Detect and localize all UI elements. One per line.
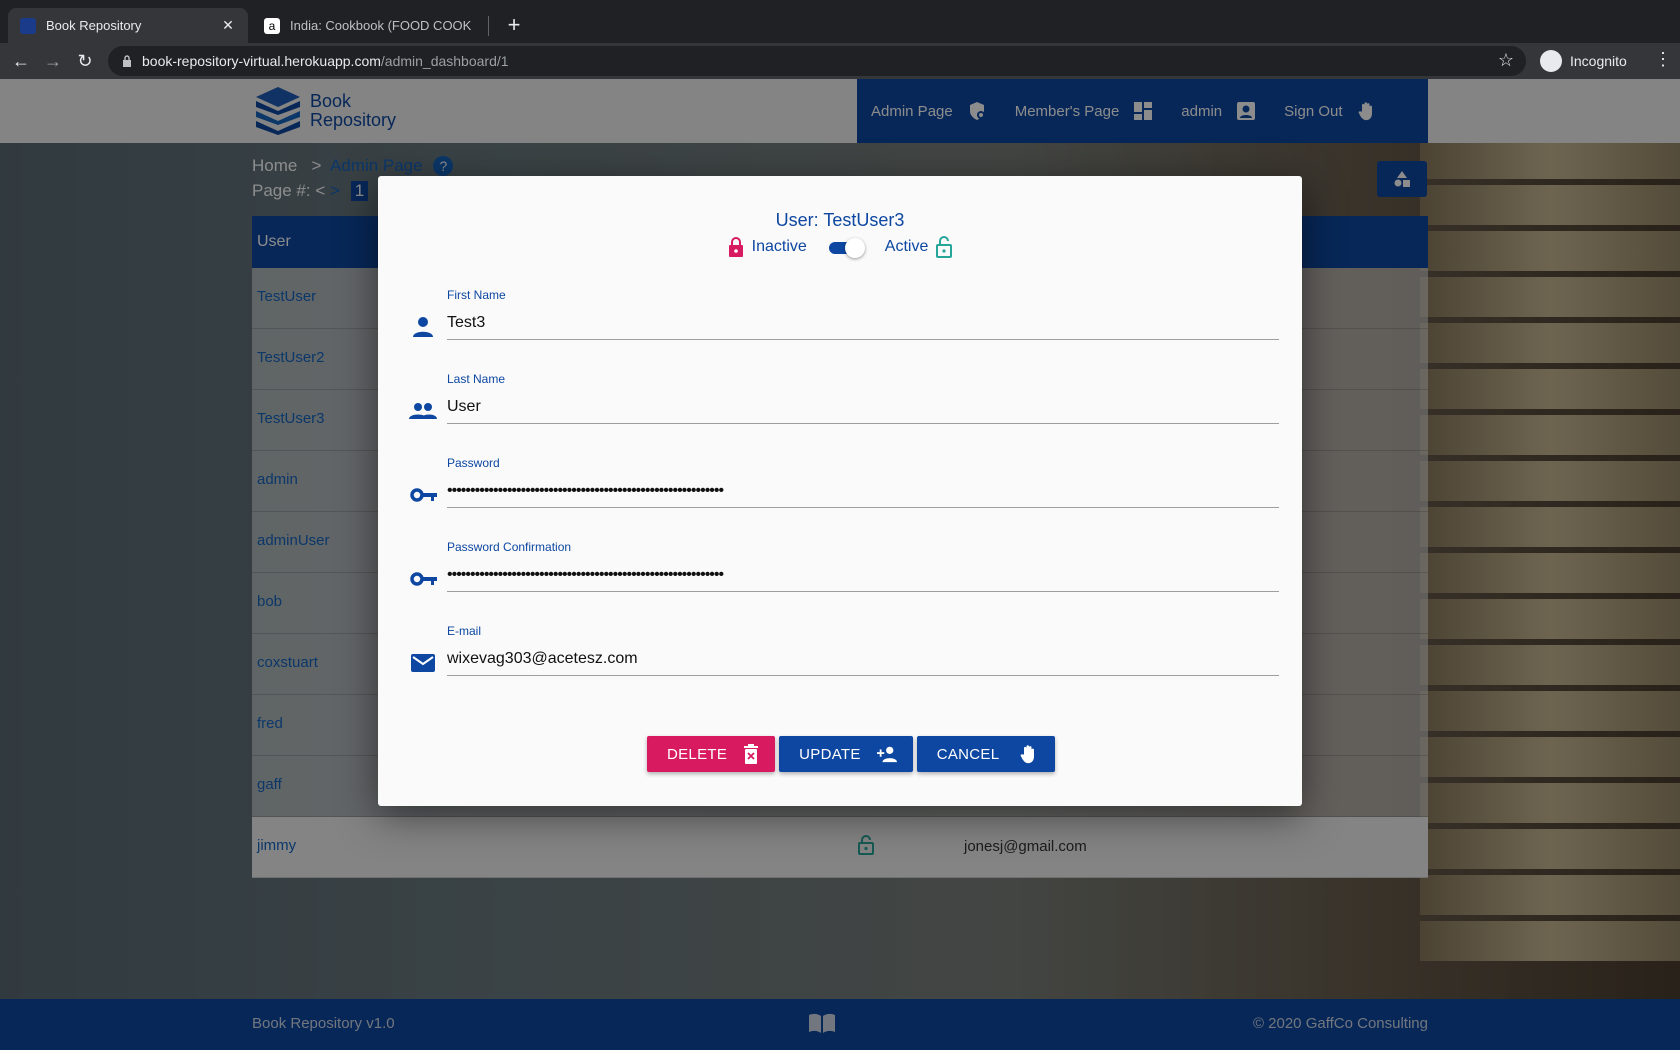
password-field: Password •••••••••••••••••••••••••••••••… bbox=[378, 456, 1302, 516]
book-favicon-icon bbox=[20, 17, 36, 34]
cancel-button[interactable]: CANCEL bbox=[916, 736, 1056, 772]
password-input[interactable]: ••••••••••••••••••••••••••••••••••••••••… bbox=[447, 476, 1279, 508]
delete-label: DELETE bbox=[667, 745, 728, 763]
email-field: E-mail wixevag303@acetesz.com bbox=[378, 624, 1302, 684]
browser-toolbar: ← → ↻ book-repository-virtual.herokuapp.… bbox=[0, 43, 1680, 79]
reload-icon[interactable]: ↻ bbox=[72, 48, 98, 74]
tab-title: Book Repository bbox=[46, 18, 142, 33]
password-label: Password bbox=[447, 456, 500, 470]
password-confirmation-field: Password Confirmation ••••••••••••••••••… bbox=[378, 540, 1302, 600]
last-name-label: Last Name bbox=[447, 372, 506, 386]
browser-tab-bar: Book Repository ✕ a India: Cookbook (FOO… bbox=[0, 0, 1680, 43]
tab-divider bbox=[488, 16, 489, 36]
modal-actions: DELETE UPDATE CANCEL bbox=[647, 736, 1059, 772]
delete-button[interactable]: DELETE bbox=[647, 736, 776, 772]
address-bar[interactable]: book-repository-virtual.herokuapp.com/ad… bbox=[108, 46, 1526, 76]
delete-forever-icon bbox=[744, 744, 759, 764]
hand-stop-icon bbox=[1020, 745, 1035, 764]
tab-book-repository[interactable]: Book Repository ✕ bbox=[8, 8, 248, 43]
first-name-input[interactable]: Test3 bbox=[447, 308, 1279, 340]
bookmark-star-icon[interactable]: ☆ bbox=[1498, 50, 1514, 71]
unlocked-icon bbox=[936, 236, 953, 258]
email-icon bbox=[411, 654, 435, 672]
active-toggle-switch[interactable] bbox=[827, 236, 867, 258]
forward-icon[interactable]: → bbox=[40, 48, 66, 74]
email-label: E-mail bbox=[447, 624, 482, 638]
person-icon bbox=[413, 317, 433, 337]
status-toggle-row: Inactive Active bbox=[378, 236, 1302, 258]
first-name-field: First Name Test3 bbox=[378, 288, 1302, 348]
incognito-indicator[interactable]: Incognito bbox=[1540, 47, 1627, 75]
tab-cookbook[interactable]: a India: Cookbook (FOOD COOK bbox=[252, 8, 488, 43]
toggle-knob bbox=[844, 238, 865, 258]
amazon-favicon-icon: a bbox=[264, 17, 280, 34]
cancel-label: CANCEL bbox=[936, 745, 1000, 763]
incognito-icon bbox=[1540, 50, 1562, 72]
new-tab-icon[interactable]: + bbox=[500, 12, 528, 40]
close-tab-icon[interactable]: ✕ bbox=[220, 17, 236, 34]
key-icon bbox=[410, 488, 437, 502]
edit-user-modal: User: TestUser3 Inactive Active First Na… bbox=[378, 176, 1302, 806]
password-confirmation-input[interactable]: ••••••••••••••••••••••••••••••••••••••••… bbox=[447, 560, 1279, 592]
tab-title: India: Cookbook (FOOD COOK bbox=[290, 18, 472, 33]
locked-icon bbox=[728, 237, 743, 257]
url-path: /admin_dashboard/1 bbox=[380, 53, 509, 69]
url-host: book-repository-virtual.herokuapp.com bbox=[142, 53, 381, 69]
modal-title: User: TestUser3 bbox=[775, 210, 905, 230]
last-name-input[interactable]: User bbox=[447, 392, 1279, 424]
back-icon[interactable]: ← bbox=[8, 48, 34, 74]
first-name-label: First Name bbox=[447, 288, 506, 302]
update-label: UPDATE bbox=[799, 745, 861, 763]
person-add-icon bbox=[876, 746, 897, 763]
people-icon bbox=[409, 403, 437, 419]
incognito-label: Incognito bbox=[1570, 53, 1627, 69]
lock-icon bbox=[123, 55, 131, 67]
key-icon bbox=[410, 572, 437, 586]
browser-menu-icon[interactable]: ⋮ bbox=[1654, 49, 1672, 70]
password-confirmation-label: Password Confirmation bbox=[447, 540, 572, 554]
active-label: Active bbox=[884, 238, 929, 255]
last-name-field: Last Name User bbox=[378, 372, 1302, 432]
email-input[interactable]: wixevag303@acetesz.com bbox=[447, 644, 1279, 676]
update-button[interactable]: UPDATE bbox=[779, 736, 913, 772]
inactive-label: Inactive bbox=[751, 238, 807, 255]
